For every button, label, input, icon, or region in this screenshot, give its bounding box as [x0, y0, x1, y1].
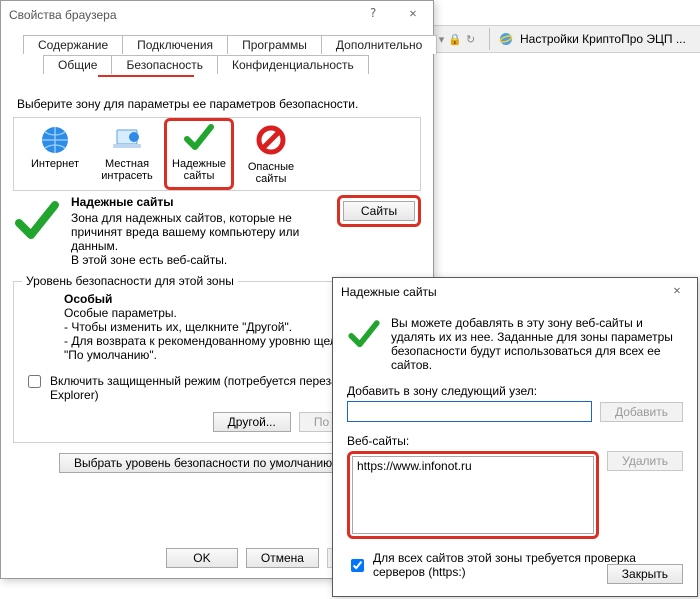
website-item[interactable]: https://www.infonot.ru — [357, 459, 589, 473]
add-site-label: Добавить в зону следующий узел: — [347, 384, 683, 398]
cancel-button[interactable]: Отмена — [246, 548, 319, 568]
tabstrip: Содержание Подключения Программы Дополни… — [13, 35, 421, 77]
lock-icon: 🔒 — [448, 33, 462, 46]
zone-restricted[interactable]: Опасные сайты — [236, 122, 306, 186]
sites-button-highlight: Сайты — [337, 195, 421, 227]
tab-content[interactable]: Содержание — [23, 35, 123, 54]
tab-programs[interactable]: Программы — [227, 35, 322, 54]
add-site-input[interactable] — [347, 401, 592, 422]
ie-toolbar: ▾ 🔒 ↻ Настройки КриптоПро ЭЦП ... — [425, 25, 700, 53]
close-button[interactable]: ✕ — [657, 278, 697, 302]
dialog1-title: Свойства браузера — [9, 8, 117, 22]
tab-security[interactable]: Безопасность — [111, 55, 218, 74]
zone-intranet[interactable]: Местная интрасеть — [92, 122, 162, 186]
trusted-sites-dialog: Надежные сайты ✕ Вы можете добавлять в э… — [332, 277, 698, 597]
active-tab-underline — [98, 75, 194, 77]
ie-browser-tab[interactable]: Настройки КриптоПро ЭЦП ... — [490, 25, 694, 53]
help-button[interactable]: ? — [353, 1, 393, 25]
dropdown-icon: ▾ — [439, 33, 445, 46]
websites-label: Веб-сайты: — [347, 434, 683, 448]
check-icon-large — [13, 195, 61, 243]
custom-level-button[interactable]: Другой... — [213, 412, 291, 432]
dialog1-titlebar[interactable]: Свойства браузера ? ✕ — [1, 1, 433, 29]
dialog2-title: Надежные сайты — [341, 285, 437, 299]
tab-advanced[interactable]: Дополнительно — [321, 35, 437, 54]
trusted-sites-intro: Вы можете добавлять в эту зону веб-сайты… — [391, 316, 683, 372]
zone-internet[interactable]: Интернет — [20, 122, 90, 186]
ie-logo-icon — [498, 31, 514, 47]
close-button[interactable]: ✕ — [393, 1, 433, 25]
security-level-legend: Уровень безопасности для этой зоны — [22, 274, 238, 288]
require-https-checkbox[interactable] — [351, 559, 364, 572]
tab-privacy[interactable]: Конфиденциальность — [217, 55, 369, 74]
close-dialog-button[interactable]: Закрыть — [607, 564, 683, 584]
tab-general[interactable]: Общие — [43, 55, 112, 74]
check-icon — [183, 121, 215, 153]
websites-listbox[interactable]: https://www.infonot.ru — [352, 456, 594, 534]
websites-list-highlight: https://www.infonot.ru — [347, 451, 599, 539]
zone-trusted[interactable]: Надежные сайты — [164, 118, 234, 190]
tab-connections[interactable]: Подключения — [122, 35, 228, 54]
ok-button[interactable]: OK — [166, 548, 238, 568]
nosign-icon — [255, 124, 287, 156]
zone-list: Интернет Местная интрасеть Надежные сайт… — [13, 117, 421, 191]
globe-icon — [39, 124, 71, 156]
sites-button[interactable]: Сайты — [343, 201, 415, 221]
zone-instruction: Выберите зону для параметры ее параметро… — [17, 97, 421, 111]
refresh-icon: ↻ — [466, 33, 475, 46]
dialog2-titlebar[interactable]: Надежные сайты ✕ — [333, 278, 697, 306]
check-icon — [347, 316, 381, 350]
delete-button[interactable]: Удалить — [607, 451, 683, 471]
ie-tab-title: Настройки КриптоПро ЭЦП ... — [520, 32, 686, 46]
computer-icon — [111, 124, 143, 156]
protected-mode-checkbox[interactable] — [28, 375, 41, 388]
add-button[interactable]: Добавить — [600, 402, 683, 422]
trusted-zone-description: Надежные сайты Зона для надежных сайтов,… — [71, 195, 327, 267]
